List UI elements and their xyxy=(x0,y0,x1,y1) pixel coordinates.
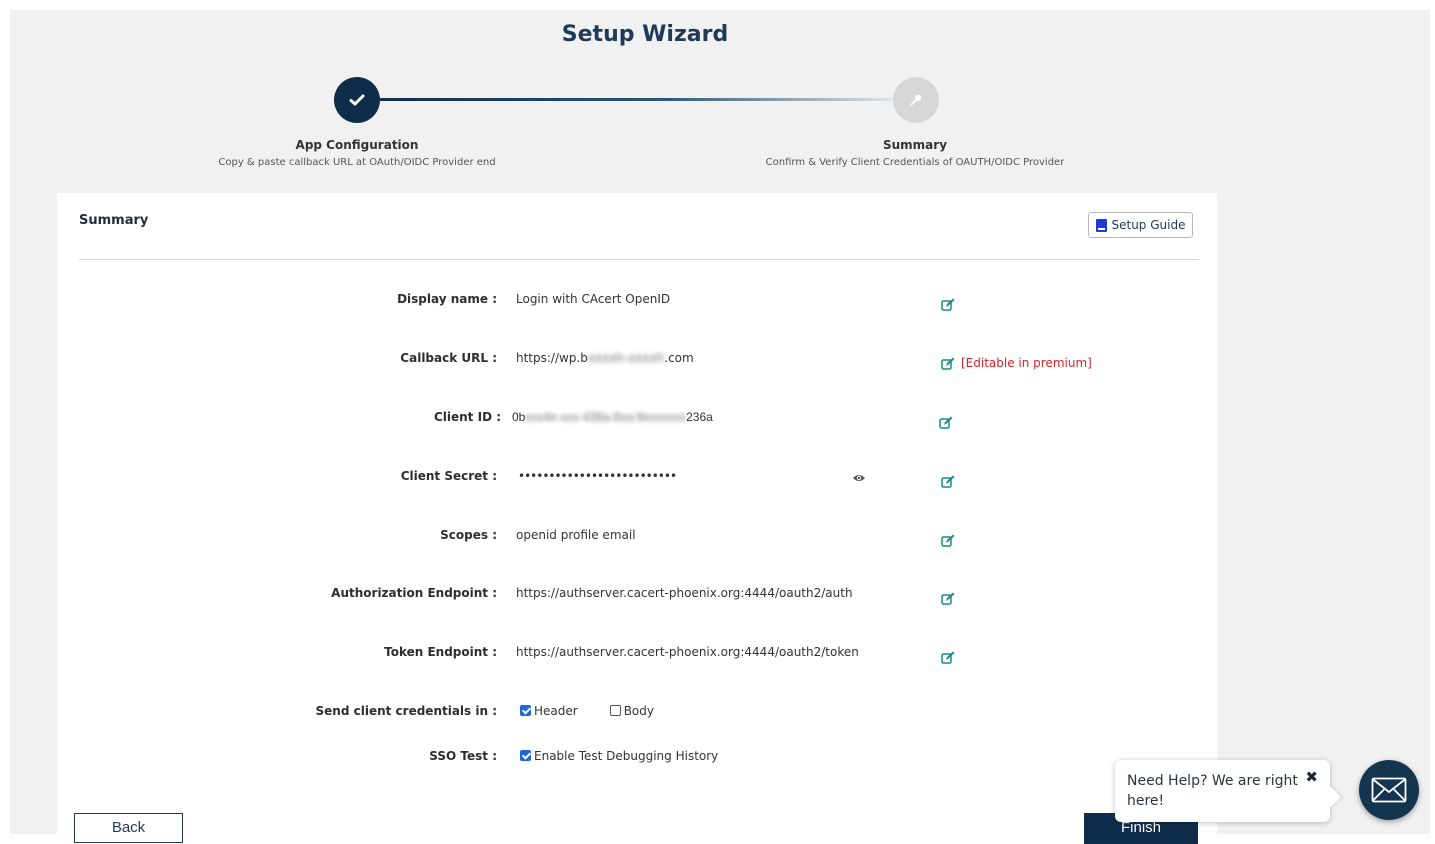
edit-client-id-icon[interactable] xyxy=(939,416,953,430)
callback-url-label: Callback URL : xyxy=(400,351,497,365)
step-2-circle xyxy=(893,77,939,123)
key-icon xyxy=(910,94,922,106)
close-icon[interactable]: ✖ xyxy=(1305,767,1318,787)
book-icon xyxy=(1095,218,1107,232)
token-endpoint-label: Token Endpoint : xyxy=(384,645,497,659)
step-2-description: Confirm & Verify Client Credentials of O… xyxy=(765,157,1065,168)
help-text: Need Help? We are right here! xyxy=(1127,773,1298,809)
edit-display-name-icon[interactable] xyxy=(941,298,955,312)
card-divider xyxy=(79,259,1199,260)
row-client-secret: Client Secret : ••••••••••••••••••••••••… xyxy=(57,469,1217,493)
authorization-endpoint-label: Authorization Endpoint : xyxy=(331,586,497,600)
row-client-id: Client ID : 0bxxx4e-xxx-438a-9xa-9exxxxx… xyxy=(57,410,1217,434)
help-bubble: Need Help? We are right here! ✖ xyxy=(1115,760,1330,822)
edit-token-endpoint-icon[interactable] xyxy=(941,651,955,665)
row-scopes: Scopes : openid profile email xyxy=(57,528,1217,552)
step-1-description: Copy & paste callback URL at OAuth/OIDC … xyxy=(218,157,496,168)
send-credentials-label: Send client credentials in : xyxy=(315,704,497,718)
summary-card: Summary Setup Guide Display name : Login… xyxy=(57,193,1217,834)
display-name-value: Login with CAcert OpenID xyxy=(516,292,671,306)
send-credentials-options: Header Body xyxy=(520,704,686,718)
step-2-label: Summary xyxy=(882,138,948,152)
row-callback-url: Callback URL : https://wp.bxxxxh-xxxxh.c… xyxy=(57,351,1217,375)
back-button[interactable]: Back xyxy=(74,813,183,843)
page-title: Setup Wizard xyxy=(561,22,729,47)
edit-scopes-icon[interactable] xyxy=(941,534,955,548)
premium-note: [Editable in premium] xyxy=(961,356,1092,370)
eye-icon[interactable] xyxy=(852,473,866,483)
sso-test-label: SSO Test : xyxy=(429,749,497,763)
scopes-label: Scopes : xyxy=(440,528,497,542)
edit-authorization-endpoint-icon[interactable] xyxy=(941,592,955,606)
display-name-label: Display name : xyxy=(397,292,497,306)
setup-guide-label: Setup Guide xyxy=(1111,218,1186,232)
body-checkbox[interactable] xyxy=(609,705,621,716)
client-id-label: Client ID : xyxy=(433,410,501,424)
header-checkbox[interactable] xyxy=(520,705,531,716)
header-option[interactable]: Header xyxy=(520,704,578,718)
card-title: Summary xyxy=(79,213,149,228)
step-1-label: App Configuration xyxy=(295,138,419,152)
edit-callback-url-icon[interactable] xyxy=(941,357,955,371)
setup-guide-button[interactable]: Setup Guide xyxy=(1088,212,1193,238)
checkmark-icon xyxy=(349,94,365,106)
row-token-endpoint: Token Endpoint : https://authserver.cace… xyxy=(57,645,1217,669)
authorization-endpoint-value: https://authserver.cacert-phoenix.org:44… xyxy=(516,586,853,600)
step-1-completed-circle xyxy=(334,77,380,123)
row-display-name: Display name : Login with CAcert OpenID xyxy=(57,292,1217,316)
scopes-value: openid profile email xyxy=(516,528,636,542)
row-authorization-endpoint: Authorization Endpoint : https://authser… xyxy=(57,586,1217,610)
client-secret-label: Client Secret : xyxy=(400,469,497,483)
wizard-page: Setup Wizard App Configuration Copy & pa… xyxy=(10,10,1430,844)
client-secret-value: •••••••••••••••••••••••••• xyxy=(518,469,677,483)
sso-test-option[interactable]: Enable Test Debugging History xyxy=(520,749,718,763)
sso-test-checkbox[interactable] xyxy=(520,750,531,761)
contact-mail-button[interactable] xyxy=(1359,760,1419,820)
callback-url-value: https://wp.bxxxxh-xxxxh.com xyxy=(516,351,694,365)
token-endpoint-value: https://authserver.cacert-phoenix.org:44… xyxy=(516,645,859,659)
step-progress-line xyxy=(380,98,893,101)
envelope-icon xyxy=(1371,777,1407,803)
edit-client-secret-icon[interactable] xyxy=(941,475,955,489)
row-sso-test: SSO Test : Enable Test Debugging History xyxy=(57,749,1217,773)
client-id-value: 0bxxx4e-xxx-438a-9xa-9exxxxxx236a xyxy=(512,410,713,424)
row-send-credentials: Send client credentials in : Header Body xyxy=(57,704,1217,728)
body-option[interactable]: Body xyxy=(609,704,654,718)
